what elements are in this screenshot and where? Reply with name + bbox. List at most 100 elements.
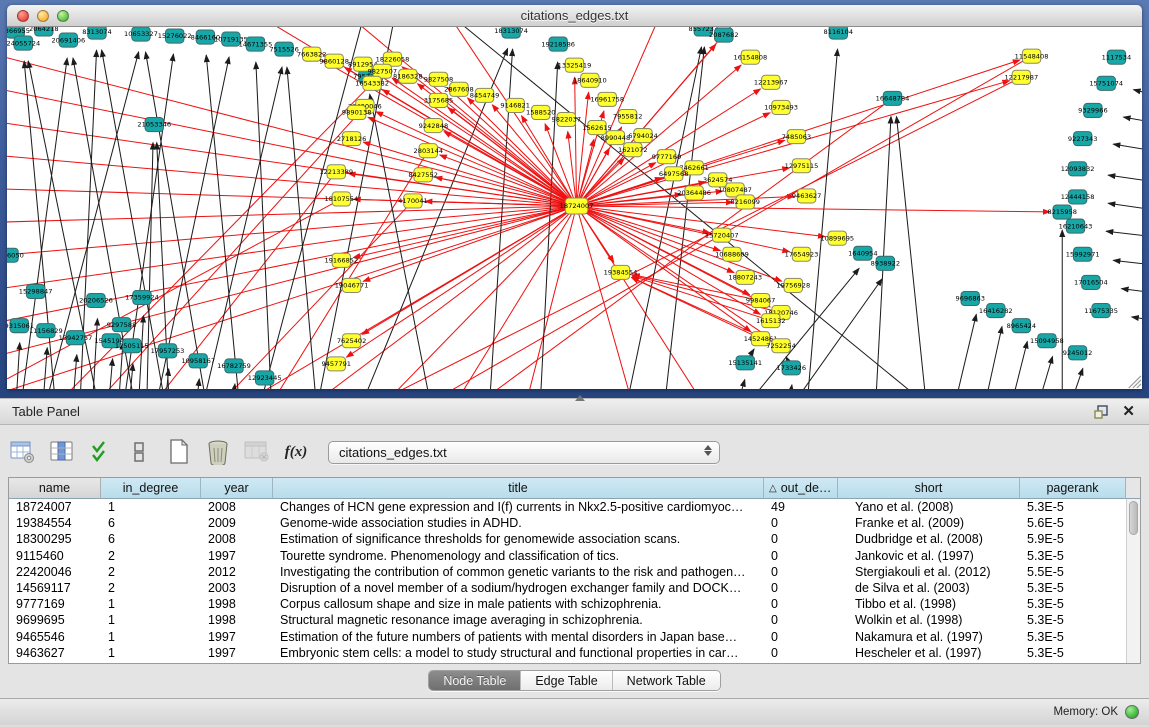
graph-node[interactable]: 9227343	[1068, 132, 1098, 146]
graph-edge[interactable]	[1123, 117, 1142, 127]
graph-node[interactable]: 3175685	[424, 93, 454, 107]
table-cell-year[interactable]: 1998	[201, 597, 273, 611]
graph-edge[interactable]	[370, 94, 437, 389]
graph-node[interactable]: 19756928	[776, 278, 810, 292]
table-cell-short[interactable]: Franke et al. (2009)	[838, 516, 1020, 530]
table-row[interactable]: 1830029562008Estimation of significance …	[9, 531, 1126, 547]
table-cell-out_degree[interactable]: 0	[764, 532, 838, 546]
table-row[interactable]: 911546021997Tourette syndrome. Phenomeno…	[9, 548, 1126, 564]
graph-edge[interactable]	[518, 206, 576, 389]
table-cell-short[interactable]: Nakamura et al. (1997)	[838, 630, 1020, 644]
graph-edge[interactable]	[1108, 203, 1142, 214]
graph-edge[interactable]	[1113, 144, 1142, 156]
table-cell-in_degree[interactable]: 2	[101, 565, 201, 579]
network-canvas[interactable]: 2366955206421824055724206914068313074106…	[7, 27, 1142, 389]
graph-node[interactable]: 19218586	[541, 37, 575, 51]
table-cell-pagerank[interactable]: 5.3E-5	[1020, 549, 1126, 563]
graph-node[interactable]: 15751074	[1089, 76, 1123, 90]
table-cell-short[interactable]: Yano et al. (2008)	[838, 500, 1020, 514]
table-cell-title[interactable]: Estimation of the future numbers of pati…	[273, 630, 764, 644]
table-row[interactable]: 977716911998Corpus callosum shape and si…	[9, 596, 1126, 612]
graph-edge[interactable]	[1113, 260, 1142, 268]
graph-node[interactable]: 17957253	[151, 344, 185, 358]
table-row[interactable]: 1938455462009Genome-wide association stu…	[9, 515, 1126, 531]
table-cell-pagerank[interactable]: 5.5E-5	[1020, 565, 1126, 579]
graph-node[interactable]: 8427552	[408, 168, 438, 182]
table-cell-name[interactable]: 19384554	[9, 516, 101, 530]
network-graph[interactable]: 2366955206421824055724206914068313074106…	[7, 27, 1142, 389]
graph-edge[interactable]	[897, 116, 930, 389]
graph-edge[interactable]	[729, 380, 745, 389]
table-cell-out_degree[interactable]: 0	[764, 630, 838, 644]
column-header-in_degree[interactable]: in_degree	[101, 478, 201, 499]
graph-node[interactable]: 9329966	[1078, 103, 1108, 117]
table-cell-short[interactable]: Jankovic et al. (1997)	[838, 549, 1020, 563]
graph-edge[interactable]	[577, 206, 723, 389]
graph-node[interactable]: 1117534	[1102, 50, 1132, 64]
graph-node[interactable]: 8313074	[82, 27, 112, 39]
graph-edge[interactable]	[1132, 317, 1142, 325]
table-cell-out_degree[interactable]: 0	[764, 516, 838, 530]
graph-edge[interactable]	[978, 326, 1002, 389]
table-cell-out_degree[interactable]: 0	[764, 613, 838, 627]
table-cell-out_degree[interactable]: 0	[764, 646, 838, 660]
graph-node[interactable]: 12213389	[319, 165, 353, 179]
graph-node[interactable]: 9777169	[652, 150, 682, 164]
graph-edge[interactable]	[632, 278, 761, 339]
graph-node[interactable]: 17016504	[1074, 275, 1108, 289]
graph-edge[interactable]	[1030, 356, 1053, 389]
graph-node[interactable]: 15094958	[1030, 334, 1064, 348]
column-header-year[interactable]: year	[201, 478, 273, 499]
table-cell-name[interactable]: 9115460	[9, 549, 101, 563]
graph-node[interactable]: 17359924	[125, 290, 159, 304]
graph-node[interactable]: 10688609	[715, 247, 749, 261]
table-cell-short[interactable]: Stergiakouli et al. (2012)	[838, 565, 1020, 579]
graph-node[interactable]: 8965424	[1007, 319, 1037, 333]
graph-node[interactable]: 8454749	[470, 88, 500, 102]
graph-edge[interactable]	[1121, 289, 1142, 297]
graph-node[interactable]: 7515526	[269, 42, 299, 56]
graph-edge[interactable]	[252, 151, 428, 389]
graph-node[interactable]: 8938922	[871, 256, 901, 270]
graph-edge[interactable]	[368, 117, 577, 206]
table-cell-year[interactable]: 2008	[201, 532, 273, 546]
graph-node[interactable]: 2803144	[414, 144, 444, 158]
table-cell-name[interactable]: 22420046	[9, 565, 101, 579]
graph-edge[interactable]	[256, 62, 273, 389]
graph-edge[interactable]	[7, 206, 577, 329]
graph-node[interactable]: 10653327	[124, 27, 158, 41]
table-cell-short[interactable]: de Silva et al. (2003)	[838, 581, 1020, 595]
graph-edge[interactable]	[14, 343, 20, 389]
graph-node[interactable]: 13325419	[558, 58, 592, 72]
table-cell-out_degree[interactable]: 49	[764, 500, 838, 514]
graph-node[interactable]: 9297588	[107, 318, 137, 332]
table-cell-title[interactable]: Tourette syndrome. Phenomenology and cla…	[273, 549, 764, 563]
graph-edge[interactable]	[805, 49, 838, 389]
table-cell-title[interactable]: Embryonic stem cells: a model to study s…	[273, 646, 764, 660]
table-row[interactable]: 2242004622012Investigating the contribut…	[9, 564, 1126, 580]
table-cell-title[interactable]: Changes of HCN gene expression and I(f) …	[273, 500, 764, 514]
table-cell-short[interactable]: Wolkin et al. (1998)	[838, 613, 1020, 627]
table-cell-name[interactable]: 9465546	[9, 630, 101, 644]
table-cell-name[interactable]: 9699695	[9, 613, 101, 627]
table-cell-pagerank[interactable]: 5.3E-5	[1020, 581, 1126, 595]
graph-node[interactable]: 2506050	[7, 248, 24, 262]
graph-node[interactable]: 10899695	[820, 231, 854, 245]
graph-node[interactable]: 10973493	[764, 100, 798, 114]
table-cell-year[interactable]: 1997	[201, 630, 273, 644]
table-row[interactable]: 1872400712008Changes of HCN gene express…	[9, 499, 1126, 515]
table-cell-in_degree[interactable]: 1	[101, 613, 201, 627]
graph-edge[interactable]	[577, 206, 1050, 212]
delete-column-button[interactable]	[203, 438, 233, 466]
table-cell-pagerank[interactable]: 5.3E-5	[1020, 613, 1126, 627]
graph-edge[interactable]	[577, 206, 641, 389]
table-cell-in_degree[interactable]: 6	[101, 532, 201, 546]
graph-node[interactable]: 18640910	[573, 73, 607, 87]
scrollbar-thumb[interactable]	[1129, 501, 1138, 535]
function-builder-button[interactable]: f(x)	[281, 438, 311, 466]
table-cell-title[interactable]: Disruption of a novel member of a sodium…	[273, 581, 764, 595]
graph-node[interactable]: 9827508	[424, 72, 454, 86]
graph-node[interactable]: 16416282	[979, 304, 1013, 318]
graph-edge[interactable]	[206, 55, 242, 389]
table-cell-in_degree[interactable]: 2	[101, 581, 201, 595]
